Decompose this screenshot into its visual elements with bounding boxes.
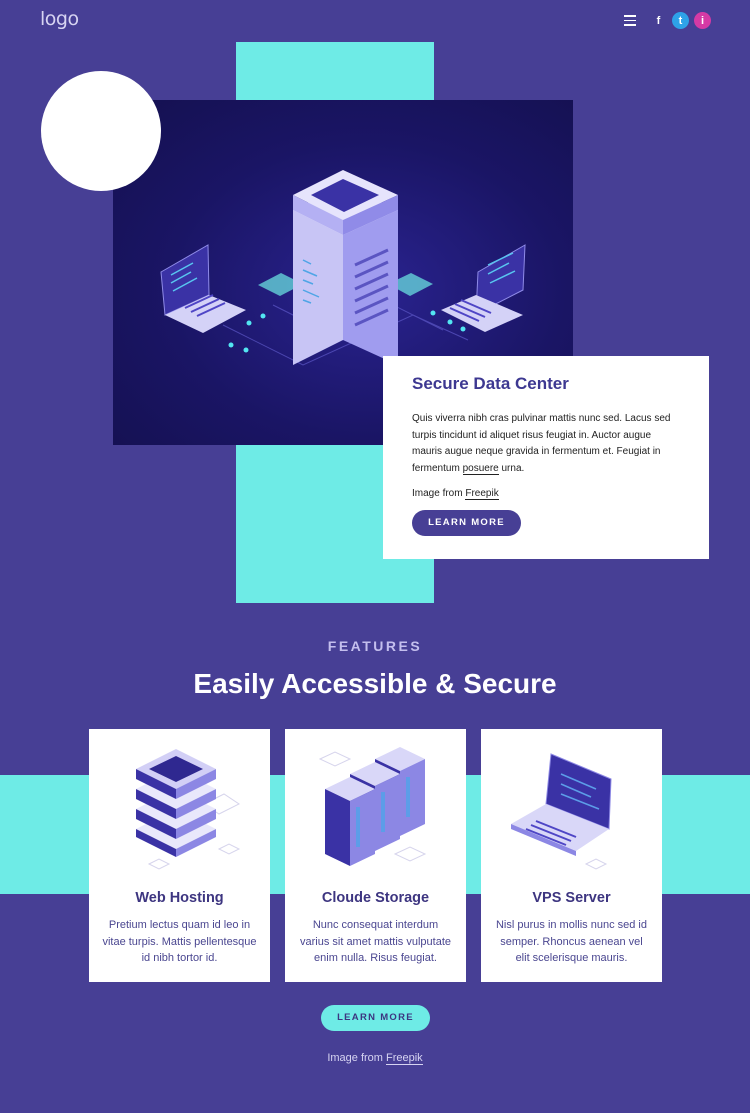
- feature-card-text: Nisl purus in mollis nunc sed id semper.…: [495, 919, 647, 964]
- feature-card-web-hosting: Web Hosting Pretium lectus quam id leo i…: [89, 729, 270, 982]
- server-stack-illustration: [136, 749, 241, 870]
- feature-card-title: Web Hosting: [135, 890, 224, 906]
- hero-card: Secure Data Center Quis viverra nibh cra…: [383, 356, 709, 559]
- facebook-icon[interactable]: f: [650, 12, 667, 29]
- hero-image-credit: Image from Freepik: [412, 488, 680, 500]
- feature-card-vps-server: VPS Server Nisl purus in mollis nunc sed…: [481, 729, 662, 982]
- freepik-link[interactable]: Freepik: [386, 1052, 423, 1065]
- posuere-link[interactable]: posuere: [462, 462, 499, 475]
- hero-body-text-end: urna.: [498, 462, 525, 474]
- laptop-illustration: [511, 753, 612, 870]
- decorative-circle: [41, 71, 161, 191]
- hero-card-title: Secure Data Center: [412, 374, 569, 393]
- menu-line: [624, 19, 636, 21]
- credit-prefix: Image from: [412, 488, 466, 499]
- logo[interactable]: logo: [40, 8, 79, 30]
- feature-card-text: Nunc consequat interdum varius sit amet …: [299, 919, 451, 964]
- feature-card-cloud-storage: Cloude Storage Nunc consequat interdum v…: [285, 729, 466, 982]
- features-learn-more-button[interactable]: LEARN MORE: [321, 1005, 430, 1031]
- feature-card-text: Pretium lectus quam id leo in vitae turp…: [102, 919, 257, 964]
- footer-image-credit: Image from Freepik: [0, 1052, 750, 1065]
- hero-body-text: Quis viverra nibh cras pulvinar mattis n…: [412, 413, 671, 474]
- feature-card-title: VPS Server: [532, 890, 611, 906]
- twitter-icon[interactable]: t: [672, 12, 689, 29]
- freepik-link[interactable]: Freepik: [465, 488, 499, 500]
- credit-prefix: Image from: [327, 1052, 386, 1064]
- menu-line: [624, 15, 636, 17]
- server-racks-illustration: [318, 747, 427, 866]
- feature-card-title: Cloude Storage: [321, 890, 430, 906]
- features-kicker: FEATURES: [327, 638, 423, 654]
- menu-icon[interactable]: [624, 15, 636, 26]
- menu-line: [624, 24, 636, 26]
- features-title: Easily Accessible & Secure: [193, 668, 557, 699]
- hero-learn-more-button[interactable]: LEARN MORE: [412, 510, 521, 536]
- instagram-icon[interactable]: i: [694, 12, 711, 29]
- hero-card-body: Quis viverra nibh cras pulvinar mattis n…: [412, 411, 680, 477]
